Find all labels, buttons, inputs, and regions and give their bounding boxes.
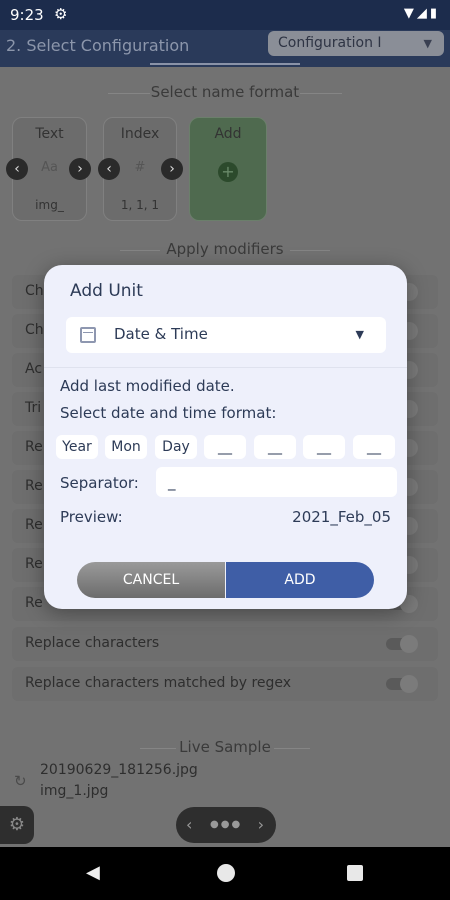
modifier-label: Ch [25,322,44,338]
chevron-down-icon: ▼ [423,37,432,50]
plus-icon: + [218,162,238,182]
modifier-label: Tri [25,400,42,416]
modifier-toggle[interactable] [386,675,418,693]
configuration-select[interactable]: Configuration I ▼ [268,31,444,56]
status-icons: ▼◢▮ [403,6,440,21]
modifier-label: Replace characters [25,635,160,651]
name-format-title: Select name format [0,83,450,101]
modifier-label: Re [25,439,43,455]
live-sample-title-text: Live Sample [179,738,271,756]
status-time: 9:23 [10,6,44,24]
format-slot-6[interactable]: __ [303,435,345,459]
separator-label: Separator: [60,474,139,492]
format-slot-4[interactable]: __ [204,435,246,459]
format-month-select[interactable]: Mon [105,435,147,459]
format-instruction: Select date and time format: [60,404,277,422]
index-card-value: 1, 1, 1 [120,198,160,212]
chevron-left-icon[interactable]: ‹ [6,158,28,180]
modifier-label: Ch [25,283,44,299]
unit-type-value: Date & Time [114,325,208,343]
cancel-button[interactable]: CANCEL [77,562,225,598]
modifier-label: Ac [25,361,43,377]
add-unit-card[interactable]: Add + [189,117,267,221]
back-icon[interactable]: ◀ [86,862,100,883]
sample-item: 20190629_181256.jpg [40,762,198,778]
add-unit-dialog: Add Unit Date & Time ▼ Add last modified… [44,265,407,609]
divider [120,250,160,251]
text-card-value: img_ [35,198,64,212]
settings-icon[interactable]: ⚙ [0,806,34,844]
chevron-left-icon[interactable]: ‹ [98,158,120,180]
divider [140,748,176,749]
chevron-right-icon[interactable]: › [69,158,91,180]
refresh-icon[interactable]: ↻ [14,772,27,790]
configuration-select-label: Configuration I [278,35,382,51]
modifier-row-replace-regex[interactable]: Replace characters matched by regex [12,667,438,701]
modifier-label: Re [25,595,43,611]
divider [290,250,330,251]
chevron-left-icon[interactable]: ‹ [186,807,192,843]
home-icon[interactable] [217,864,235,882]
name-format-title-text: Select name format [150,83,300,101]
text-card-title: Text [35,126,64,142]
separator-input[interactable]: _ [156,467,397,497]
add-button[interactable]: ADD [226,562,374,598]
system-nav-bar: ◀ [0,847,450,900]
page-title: 2. Select Configuration [6,36,190,55]
tab-indicator [150,63,300,65]
settings-status-icon: ⚙ [54,5,68,23]
modifier-label: Replace characters matched by regex [25,675,292,691]
dialog-description: Add last modified date. [60,377,235,395]
page-dots-icon: ●●● [210,819,243,830]
recents-icon[interactable] [347,865,363,881]
modifier-label: Re [25,478,43,494]
sample-item: img_1.jpg [40,783,109,799]
preview-value: 2021_Feb_05 [292,508,391,526]
format-day-select[interactable]: Day [155,435,197,459]
modifiers-title: Apply modifiers [0,240,450,258]
preview-label: Preview: [60,508,123,526]
divider [274,748,310,749]
index-card-title: Index [120,126,160,142]
live-sample-title: Live Sample [0,738,450,756]
calendar-icon [80,327,96,343]
status-bar: 9:23 ⚙ ▼◢▮ [0,0,450,30]
divider [108,93,150,94]
chevron-down-icon: ▼ [355,328,364,341]
chevron-right-icon[interactable]: › [258,807,264,843]
unit-type-select[interactable]: Date & Time ▼ [66,317,386,353]
modifier-label: Re [25,517,43,533]
modifier-label: Re [25,556,43,572]
pager[interactable]: ‹ ●●● › [176,807,276,843]
modifiers-title-text: Apply modifiers [166,240,284,258]
divider [300,93,342,94]
divider [44,367,407,368]
modifier-toggle[interactable] [386,635,418,653]
modifier-row-replace-characters[interactable]: Replace characters [12,627,438,661]
add-card-title: Add [214,126,242,142]
chevron-right-icon[interactable]: › [161,158,183,180]
format-slot-7[interactable]: __ [353,435,395,459]
dialog-title: Add Unit [70,281,143,301]
format-year-select[interactable]: Year [56,435,98,459]
format-slot-5[interactable]: __ [254,435,296,459]
